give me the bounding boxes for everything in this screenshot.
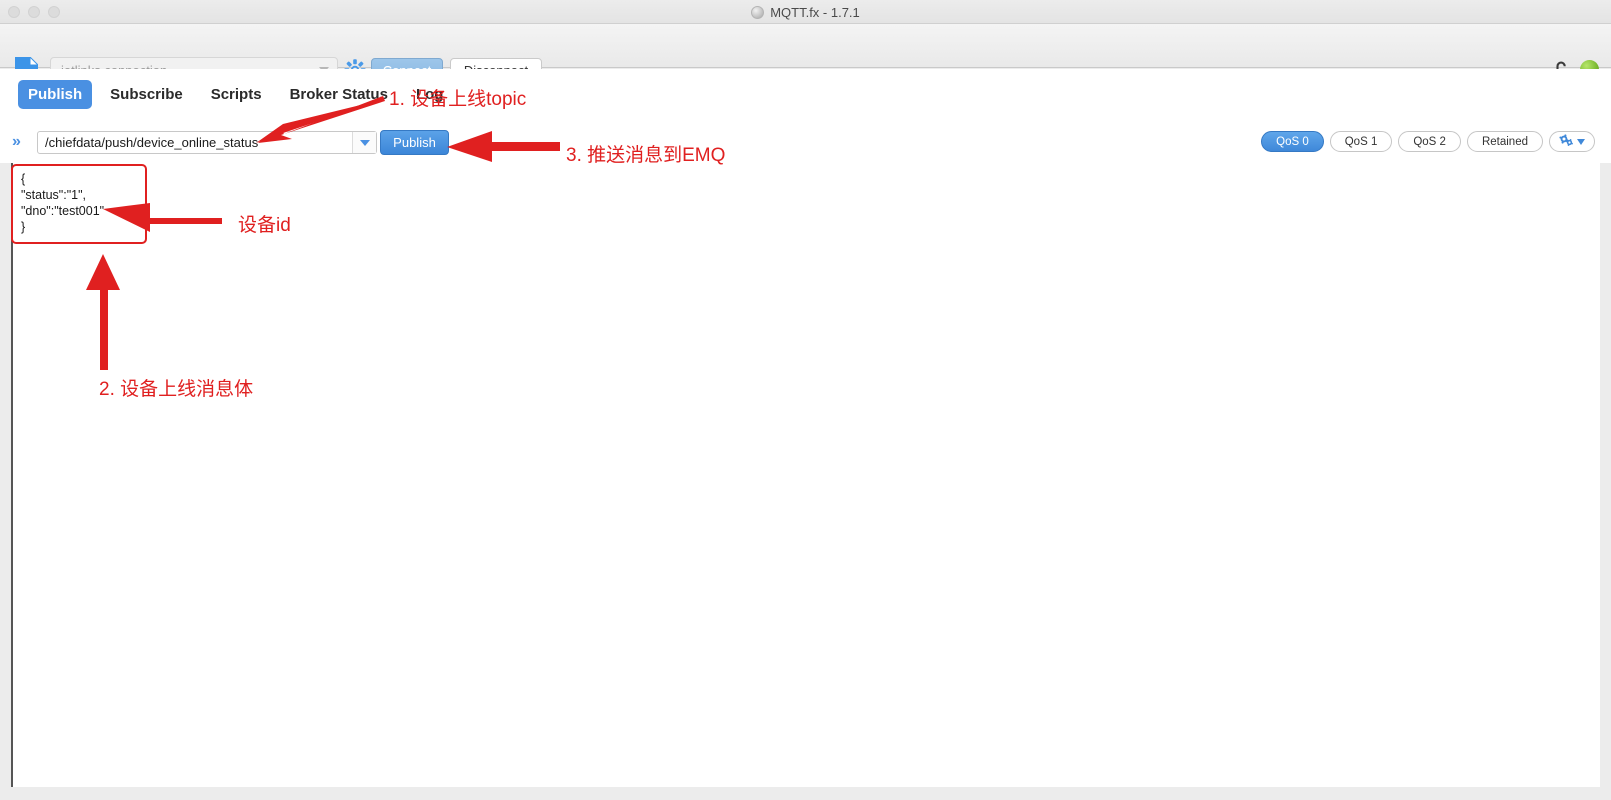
- message-payload-text: { "status":"1", "dno":"test001" }: [21, 172, 105, 234]
- qos-2-toggle[interactable]: QoS 2: [1398, 131, 1461, 152]
- qos-0-toggle[interactable]: QoS 0: [1261, 131, 1324, 152]
- tab-subscribe[interactable]: Subscribe: [100, 80, 193, 109]
- mqttfx-window: MQTT.fx - 1.7.1 jetlinks connection: [0, 0, 1611, 800]
- tab-publish-label: Publish: [28, 85, 83, 103]
- publish-options-group: QoS 0 QoS 1 QoS 2 Retained: [1261, 131, 1595, 152]
- tab-subscribe-label: Subscribe: [110, 85, 183, 103]
- retained-label: Retained: [1481, 135, 1528, 148]
- tab-log[interactable]: Log: [406, 80, 454, 109]
- tab-broker-status-label: Broker Status: [289, 85, 388, 103]
- publish-button[interactable]: Publish: [380, 130, 449, 155]
- qos-0-label: QoS 0: [1276, 135, 1309, 148]
- app-logo-icon: [751, 5, 765, 19]
- window-title: MQTT.fx - 1.7.1: [770, 4, 860, 20]
- qos-2-label: QoS 2: [1413, 135, 1446, 148]
- double-chevron-right-icon[interactable]: »: [12, 133, 21, 151]
- publish-button-label: Publish: [393, 135, 436, 150]
- tab-scripts-label: Scripts: [210, 85, 262, 103]
- publish-settings-menu-button[interactable]: [1549, 131, 1595, 152]
- window-title-container: MQTT.fx - 1.7.1: [0, 0, 1611, 24]
- title-bar: MQTT.fx - 1.7.1: [0, 0, 1611, 24]
- tab-publish[interactable]: Publish: [18, 79, 93, 109]
- tab-log-label: Log: [415, 85, 444, 103]
- tab-broker-status[interactable]: Broker Status: [280, 80, 398, 109]
- qos-1-toggle[interactable]: QoS 1: [1329, 131, 1393, 152]
- topic-history-chevron-down-icon[interactable]: [352, 132, 376, 153]
- tab-scripts[interactable]: Scripts: [201, 80, 272, 109]
- qos-1-label: QoS 1: [1344, 135, 1378, 148]
- retained-toggle[interactable]: Retained: [1466, 131, 1543, 152]
- gears-icon: [1559, 133, 1574, 150]
- topic-input[interactable]: /chiefdata/push/device_online_status: [37, 131, 377, 154]
- chevron-down-icon: [1577, 136, 1585, 148]
- connection-bar: jetlinks connection: [0, 24, 1611, 84]
- message-payload-editor[interactable]: { "status":"1", "dno":"test001" }: [11, 163, 1600, 787]
- main-tab-bar: Publish Subscribe Scripts Broker Status …: [0, 69, 1611, 119]
- topic-input-value: /chiefdata/push/device_online_status: [45, 135, 259, 150]
